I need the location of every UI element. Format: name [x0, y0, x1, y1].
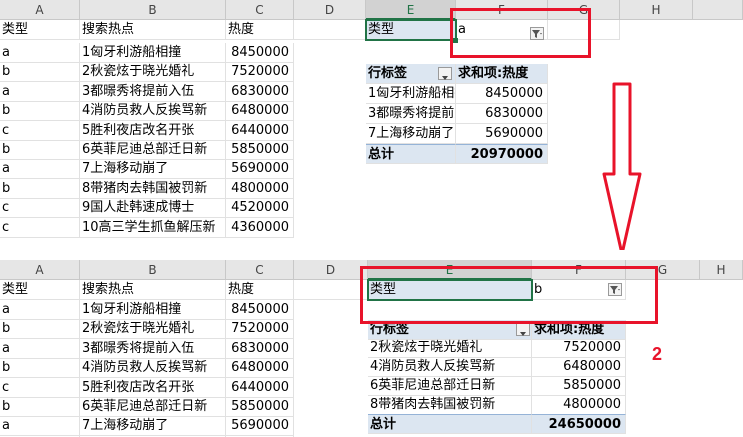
column-header-f[interactable]: F — [532, 260, 626, 280]
pivot-total-row: 总计 24650000 — [0, 414, 743, 434]
source-cell-type[interactable]: c — [0, 198, 80, 219]
pivot-row-value[interactable]: 5850000 — [532, 376, 626, 396]
empty-cell[interactable] — [548, 20, 620, 40]
pivot-row-label[interactable]: 7上海移动崩了 — [366, 124, 456, 144]
source-cell-topic[interactable]: 1匈牙利游船相撞 — [80, 300, 226, 320]
column-header-d[interactable]: D — [294, 260, 368, 280]
column-header-h[interactable]: H — [620, 0, 693, 20]
source-cell-topic[interactable]: 8带猪肉去韩国被罚新 — [80, 178, 226, 199]
pivot-total-label[interactable]: 总计 — [366, 144, 456, 164]
pivot-sum-header[interactable]: 求和项:热度 — [532, 320, 626, 340]
pivot-row-value[interactable]: 4800000 — [532, 395, 626, 415]
fill-handle[interactable] — [453, 38, 458, 43]
column-header-h[interactable]: H — [700, 260, 743, 280]
pivot-row-label[interactable]: 1匈牙利游船相撞 — [366, 84, 456, 104]
source-cell-heat[interactable]: 4360000 — [226, 217, 294, 238]
pivot-filter-label[interactable]: 类型 — [366, 20, 456, 40]
column-header-g[interactable]: G — [626, 260, 700, 280]
pivot-total-value[interactable]: 20970000 — [456, 144, 548, 164]
source-header-type[interactable]: 类型 — [0, 280, 80, 300]
source-header-topic[interactable]: 搜索热点 — [80, 20, 226, 40]
source-cell-type[interactable]: b — [0, 178, 80, 199]
source-header-heat[interactable]: 热度 — [226, 20, 294, 40]
source-header-topic[interactable]: 搜索热点 — [80, 280, 226, 300]
pivot-row-label[interactable]: 2秋瓷炫于晓光婚礼 — [368, 338, 532, 358]
empty-cell[interactable] — [294, 280, 368, 300]
down-arrow-icon — [602, 82, 642, 256]
source-cell-topic[interactable]: 1匈牙利游船相撞 — [80, 43, 226, 63]
pivot-row: 4消防员救人反挨骂新 6480000 — [0, 357, 743, 377]
chevron-down-icon[interactable] — [438, 67, 452, 80]
panel-separator — [0, 250, 743, 260]
pivot-row-label-header[interactable]: 行标签 — [368, 320, 532, 340]
funnel-icon[interactable] — [608, 283, 622, 296]
column-header-e[interactable]: E — [366, 0, 456, 20]
column-header-a[interactable]: A — [0, 0, 80, 20]
column-header-f[interactable]: F — [456, 0, 548, 20]
bottom-spreadsheet-view: A B C D E F G H 类型 搜索热点 热度 类型 b a 1匈牙利游船相… — [0, 260, 743, 437]
source-header-type[interactable]: 类型 — [0, 20, 80, 40]
source-cell-type[interactable]: a — [0, 300, 80, 320]
column-header-blank — [693, 0, 743, 20]
pivot-row-label[interactable]: 8带猪肉去韩国被罚新 — [368, 395, 532, 415]
pivot-sum-header[interactable]: 求和项:热度 — [456, 64, 548, 84]
source-header-heat[interactable]: 热度 — [226, 280, 294, 300]
column-header-g[interactable]: G — [548, 0, 620, 20]
step-number-label: 2 — [652, 344, 663, 364]
chevron-down-icon[interactable] — [516, 323, 530, 336]
pivot-row-value[interactable]: 6480000 — [532, 357, 626, 377]
column-header-c[interactable]: C — [226, 260, 294, 280]
column-header-c[interactable]: C — [226, 0, 294, 20]
source-cell-heat[interactable]: 8450000 — [226, 300, 294, 320]
column-header-a[interactable]: A — [0, 260, 80, 280]
sheet-row: 类型 搜索热点 热度 类型 a — [0, 20, 743, 40]
column-header-b[interactable]: B — [80, 0, 226, 20]
pivot-row-value[interactable]: 5690000 — [456, 124, 548, 144]
pivot-total-value[interactable]: 24650000 — [532, 414, 626, 434]
column-header-e[interactable]: E — [368, 260, 532, 280]
pivot-row-value[interactable]: 8450000 — [456, 84, 548, 104]
pivot-row-value[interactable]: 6830000 — [456, 104, 548, 124]
source-cell-type[interactable]: c — [0, 217, 80, 238]
pivot-row: 8带猪肉去韩国被罚新 4800000 — [0, 395, 743, 415]
pivot-row-label[interactable]: 4消防员救人反挨骂新 — [368, 357, 532, 377]
table-row: a 1匈牙利游船相撞 8450000 — [0, 300, 743, 320]
source-cell-topic[interactable]: 10高三学生抓鱼解压新 — [80, 217, 226, 238]
empty-cell[interactable] — [294, 20, 366, 40]
column-header-b[interactable]: B — [80, 260, 226, 280]
source-cell-type[interactable]: a — [0, 43, 80, 63]
pivot-header-row: 行标签 求和项:热度 — [0, 64, 743, 84]
source-cell-heat[interactable]: 4800000 — [226, 178, 294, 199]
pivot-row-value[interactable]: 7520000 — [532, 338, 626, 358]
source-cell-topic[interactable]: 9国人赴韩速成博士 — [80, 198, 226, 219]
pivot-header-row: 行标签 求和项:热度 — [0, 320, 743, 340]
pivot-row: 6英菲尼迪总部迁日新 5850000 — [0, 376, 743, 396]
sheet-row: 类型 搜索热点 热度 类型 b — [0, 280, 743, 300]
pivot-filter-label[interactable]: 类型 — [368, 280, 532, 300]
source-cell-heat[interactable]: 8450000 — [226, 43, 294, 63]
pivot-row-label[interactable]: 3都暻秀将提前入伍 — [366, 104, 456, 124]
column-header-d[interactable]: D — [294, 0, 366, 20]
pivot-total-label[interactable]: 总计 — [368, 414, 532, 434]
funnel-icon[interactable] — [530, 27, 544, 40]
pivot-row: 2秋瓷炫于晓光婚礼 7520000 — [0, 338, 743, 358]
table-row: a 1匈牙利游船相撞 8450000 — [0, 43, 743, 63]
pivot-row-label[interactable]: 6英菲尼迪总部迁日新 — [368, 376, 532, 396]
source-cell-heat[interactable]: 4520000 — [226, 198, 294, 219]
